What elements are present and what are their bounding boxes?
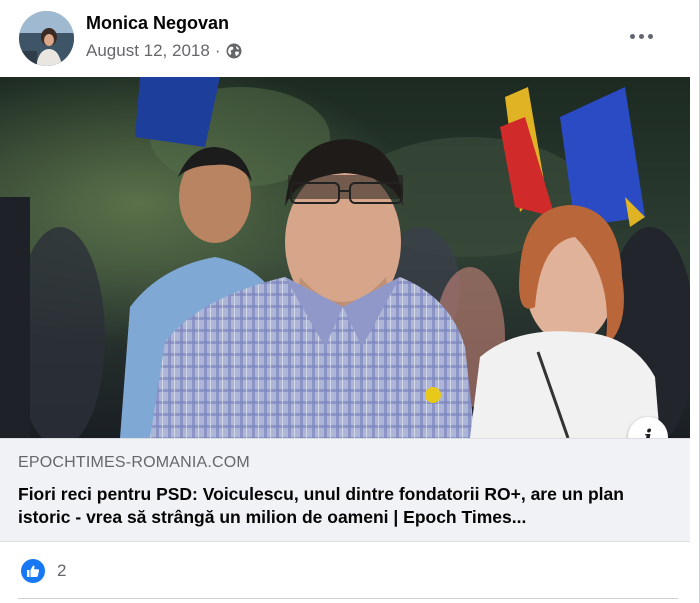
reaction-count: 2: [57, 561, 67, 580]
post-date[interactable]: August 12, 2018: [86, 41, 210, 61]
link-headline[interactable]: Fiori reci pentru PSD: Voiculescu, unul …: [18, 483, 658, 529]
reactions-summary[interactable]: 2: [21, 559, 66, 583]
link-domain: EPOCHTIMES-ROMANIA.COM: [18, 454, 250, 471]
link-preview-image[interactable]: [0, 77, 690, 438]
post-card: Monica Negovan August 12, 2018 · i EPOCH…: [0, 0, 700, 603]
like-icon: [21, 559, 45, 583]
avatar[interactable]: [19, 11, 74, 66]
more-options-icon[interactable]: [622, 20, 660, 52]
author-name[interactable]: Monica Negovan: [86, 13, 229, 34]
meta-separator: ·: [214, 41, 221, 60]
divider: [18, 598, 678, 599]
globe-icon: [226, 43, 242, 59]
post-header: Monica Negovan August 12, 2018 ·: [0, 0, 690, 77]
post-meta: August 12, 2018 ·: [86, 41, 242, 61]
link-preview[interactable]: EPOCHTIMES-ROMANIA.COM Fiori reci pentru…: [0, 438, 690, 542]
